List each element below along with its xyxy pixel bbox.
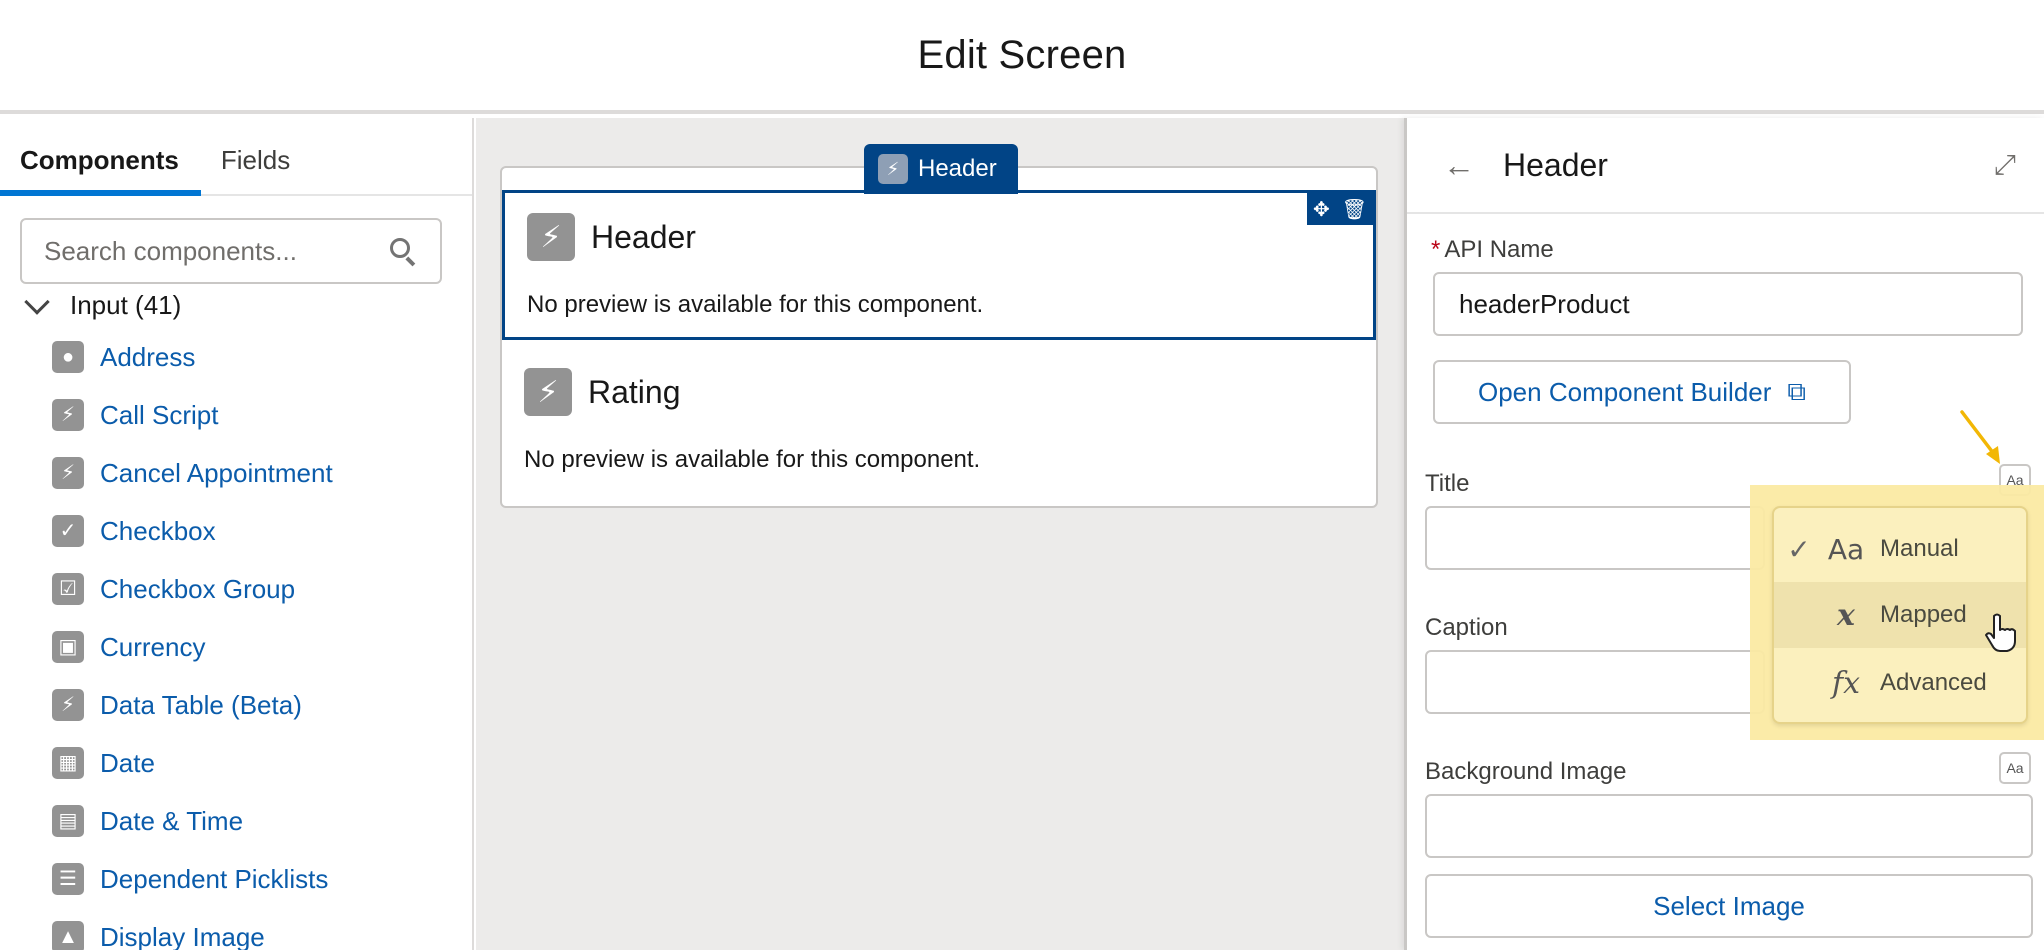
list-item-cancel-appointment[interactable]: ⚡ Cancel Appointment <box>52 444 333 502</box>
search-box <box>20 218 442 284</box>
component-description: No preview is available for this compone… <box>527 291 984 318</box>
list-item-dependent-picklists[interactable]: ☰ Dependent Picklists <box>52 850 333 908</box>
menu-item-label: Advanced <box>1880 669 1987 696</box>
screen-card: ✥ 🗑 ⚡ Header No preview is available for… <box>500 166 1378 508</box>
api-name-label: * API Name <box>1431 236 1554 264</box>
list-item-date[interactable]: ▦ Date <box>52 734 333 792</box>
currency-icon: ▣ <box>52 631 84 663</box>
lightning-icon: ⚡ <box>52 399 84 431</box>
list-item-label: Data Table (Beta) <box>100 689 302 720</box>
back-arrow-icon[interactable]: ← <box>1443 147 1475 184</box>
chevron-down-icon <box>24 288 50 315</box>
api-name-label-text: API Name <box>1444 236 1554 263</box>
list-item-checkbox[interactable]: ✓ Checkbox <box>52 502 333 560</box>
list-item-data-table[interactable]: ⚡ Data Table (Beta) <box>52 676 333 734</box>
list-item-label: Checkbox Group <box>100 573 296 604</box>
menu-item-manual[interactable]: ✓ Aa Manual <box>1774 516 2026 582</box>
component-header[interactable]: ✥ 🗑 ⚡ Header No preview is available for… <box>502 190 1376 340</box>
background-image-label: Background Image <box>1425 758 1627 785</box>
search-input[interactable] <box>44 235 388 267</box>
open-builder-label: Open Component Builder <box>1478 376 1772 407</box>
formula-icon: fx <box>1831 665 1861 701</box>
lightning-icon: ⚡ <box>878 154 908 184</box>
background-image-input[interactable] <box>1425 794 2033 858</box>
properties-header: ← Header ⤢ <box>1407 118 2044 214</box>
check-icon: ✓ <box>1787 533 1811 565</box>
trash-icon[interactable]: 🗑 <box>1342 197 1367 222</box>
component-toolbar: ✥ 🗑 <box>1307 193 1373 225</box>
menu-item-label: Mapped <box>1880 601 1967 628</box>
header-tag-label: Header <box>918 155 997 182</box>
hand-cursor-icon <box>1985 613 2016 652</box>
list-item-checkbox-group[interactable]: ☑ Checkbox Group <box>52 560 333 618</box>
list-item-display-image[interactable]: ▲ Display Image <box>52 908 333 950</box>
select-image-label: Select Image <box>1653 890 1805 921</box>
page-title: Edit Screen <box>917 32 1127 77</box>
component-rating[interactable]: ⚡ Rating No preview is available for thi… <box>502 348 1376 498</box>
lightning-icon: ⚡ <box>52 457 84 489</box>
variable-icon: x <box>1837 597 1855 633</box>
tab-components[interactable]: Components <box>0 145 201 196</box>
components-panel: Components Fields Input (41) ● Address ⚡… <box>0 118 474 950</box>
select-image-button[interactable]: Select Image <box>1425 874 2033 938</box>
location-icon: ● <box>52 341 84 373</box>
annotation-arrow-icon <box>1960 410 2000 464</box>
list-item-label: Checkbox <box>100 515 216 546</box>
list-icon: ☰ <box>52 863 84 895</box>
check-icon: ✓ <box>52 515 84 547</box>
list-item-label: Call Script <box>100 399 219 430</box>
move-icon[interactable]: ✥ <box>1313 197 1330 222</box>
open-component-builder-button[interactable]: Open Component Builder ⧉ <box>1433 360 1851 424</box>
title-label: Title <box>1425 470 1470 497</box>
list-item-call-script[interactable]: ⚡ Call Script <box>52 386 333 444</box>
caption-input[interactable] <box>1425 650 1765 714</box>
section-input-toggle[interactable]: Input (41) <box>22 288 182 321</box>
list-item-label: Cancel Appointment <box>100 457 333 488</box>
image-icon: ▲ <box>52 921 84 950</box>
screen-canvas: ⚡ Header ✥ 🗑 ⚡ Header No preview is avai… <box>476 118 1404 950</box>
menu-item-label: Manual <box>1880 535 1959 562</box>
list-item-label: Date <box>100 747 155 778</box>
list-item-label: Dependent Picklists <box>100 863 329 894</box>
title-input[interactable] <box>1425 506 1765 570</box>
expand-icon[interactable]: ⤢ <box>1994 149 2016 182</box>
caption-label: Caption <box>1425 614 1508 641</box>
component-list: ● Address ⚡ Call Script ⚡ Cancel Appoint… <box>52 328 333 950</box>
text-case-icon: Aa <box>1827 532 1865 566</box>
properties-title: Header <box>1503 146 1608 183</box>
background-mode-icon[interactable]: Aa <box>1999 752 2031 784</box>
search-icon[interactable] <box>388 236 418 267</box>
page-header: Edit Screen <box>0 0 2044 114</box>
list-item-date-time[interactable]: ▤ Date & Time <box>52 792 333 850</box>
list-item-label: Display Image <box>100 921 265 950</box>
calendar-time-icon: ▤ <box>52 805 84 837</box>
lightning-icon: ⚡ <box>524 368 572 416</box>
api-name-input[interactable]: headerProduct <box>1433 272 2023 336</box>
calendar-icon: ▦ <box>52 747 84 779</box>
list-item-label: Date & Time <box>100 805 244 836</box>
lightning-icon: ⚡ <box>52 689 84 721</box>
list-item-currency[interactable]: ▣ Currency <box>52 618 333 676</box>
required-marker: * <box>1431 236 1441 263</box>
list-item-label: Address <box>100 341 196 372</box>
component-title: Rating <box>588 373 681 410</box>
section-label: Input (41) <box>70 290 182 320</box>
external-link-icon: ⧉ <box>1787 376 1806 406</box>
header-section-tag[interactable]: ⚡ Header <box>864 144 1018 194</box>
component-description: No preview is available for this compone… <box>524 446 981 473</box>
list-item-label: Currency <box>100 631 206 662</box>
list-item-address[interactable]: ● Address <box>52 328 333 386</box>
lightning-icon: ⚡ <box>527 213 575 261</box>
checkbox-group-icon: ☑ <box>52 573 84 605</box>
component-title: Header <box>591 218 696 255</box>
tab-fields[interactable]: Fields <box>201 145 312 194</box>
menu-item-advanced[interactable]: fx Advanced <box>1774 650 2026 716</box>
panel-tabs: Components Fields <box>0 118 472 196</box>
